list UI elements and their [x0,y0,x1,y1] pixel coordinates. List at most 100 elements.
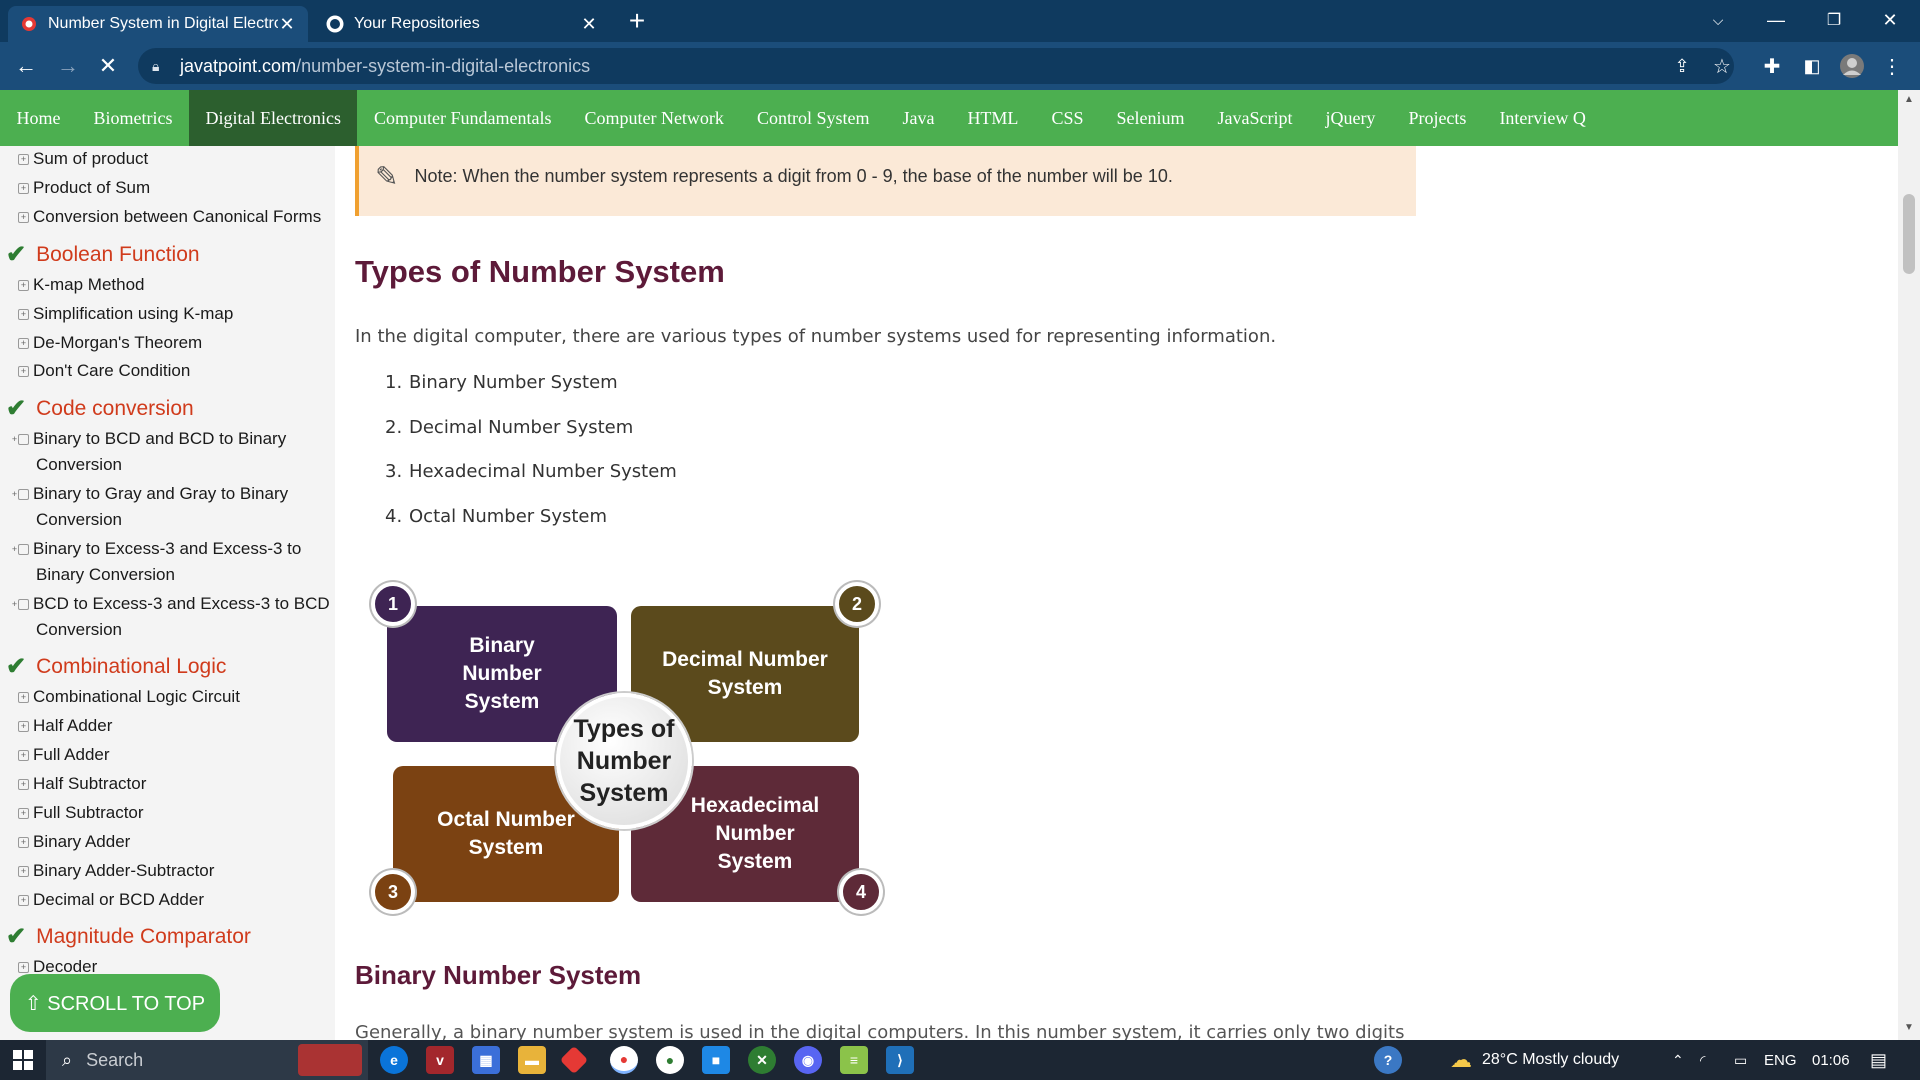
tab-title: Your Repositories [354,15,480,32]
sidebar-link[interactable]: + Full Subtractor [18,800,335,826]
scroll-up-arrow-icon[interactable]: ▲ [1898,94,1920,105]
sidebar-link[interactable]: + Binary to BCD and BCD to Binary Convers… [12,426,335,478]
new-tab-icon[interactable]: + [622,6,652,36]
sidebar-link[interactable]: + Binary Adder [18,829,335,855]
battery-icon[interactable]: ▭ [1734,1040,1747,1080]
bullet-plus-icon: + [18,750,29,761]
sidebar-link[interactable]: + Don't Care Condition [18,358,335,384]
sidebar-section-heading[interactable]: ✔ Combinational Logic [6,652,226,681]
xbox-icon[interactable]: ✕ [748,1046,776,1074]
back-icon[interactable]: ← [10,50,42,82]
forward-icon[interactable]: → [52,50,84,82]
scroll-to-top-button[interactable]: ⇧ SCROLL TO TOP [10,974,220,1032]
nav-computer-network[interactable]: Computer Network [568,90,740,146]
notifications-icon[interactable]: ▤ [1870,1040,1887,1080]
lock-icon: 🔒︎ [152,57,160,74]
store-icon[interactable]: ▦ [472,1046,500,1074]
show-hidden-icons-icon[interactable]: ⌃ [1672,1040,1684,1080]
nav-digital-electronics[interactable]: Digital Electronics [189,90,358,146]
nav-projects[interactable]: Projects [1392,90,1483,146]
close-window-icon[interactable]: ✕ [1862,0,1918,40]
search-highlight-image-icon[interactable] [298,1044,362,1076]
sidebar-section-heading[interactable]: ✔ Code conversion [6,394,194,423]
windows-start-icon[interactable] [0,1040,46,1080]
bullet-plus-icon: + [18,212,29,223]
clock[interactable]: 01:06 [1812,1040,1850,1080]
tab-strip: Number System in Digital Electro ✕ Your … [0,0,1920,42]
site-navigation: Home Biometrics Digital Electronics Comp… [0,90,1898,146]
sidebar-link[interactable]: + Full Adder [18,742,335,768]
stack-app-icon[interactable]: ≡ [840,1046,868,1074]
bullet-plus-icon: + [18,692,29,703]
minimize-icon[interactable]: — [1748,0,1804,40]
help-icon[interactable]: ? [1374,1046,1402,1074]
sidebar-link[interactable]: + Simplification using K-map [18,301,335,327]
nav-control-system[interactable]: Control System [740,90,886,146]
bullet-plus-icon: + [12,489,29,500]
scroll-down-arrow-icon[interactable]: ▼ [1898,1022,1920,1033]
sidebar-link[interactable]: + Binary to Gray and Gray to Binary Conve… [12,481,335,533]
language-indicator[interactable]: ENG [1764,1040,1797,1080]
nav-javascript[interactable]: JavaScript [1201,90,1309,146]
tab-number-system[interactable]: Number System in Digital Electro ✕ [8,6,308,42]
sidebar-section-heading[interactable]: ✔ Boolean Function [6,240,200,269]
sidebar-link[interactable]: + Product of Sum [18,175,335,201]
chrome-icon-2[interactable]: ● [656,1046,684,1074]
stop-loading-icon[interactable]: ✕ [92,50,124,82]
search-icon: ⌕ [62,1049,73,1070]
sidebar-link[interactable]: + BCD to Excess-3 and Excess-3 to BCD Con… [12,591,335,643]
sidebar-link[interactable]: + Binary Adder-Subtractor [18,858,335,884]
diagram-center-circle: Types of Number System [556,693,692,829]
note-box: ✎ Note: When the number system represent… [355,146,1416,216]
nav-jquery[interactable]: jQuery [1309,90,1392,146]
sidebar-link[interactable]: + Half Subtractor [18,771,335,797]
tab-your-repositories[interactable]: Your Repositories ✕ [314,6,610,42]
bullet-plus-icon: + [18,309,29,320]
nav-biometrics[interactable]: Biometrics [77,90,189,146]
app-icon-blue[interactable]: ■ [702,1046,730,1074]
browser-menu-icon[interactable]: ⋮ [1874,48,1910,84]
sidebar-link[interactable]: + Conversion between Canonical Forms [18,204,335,230]
edge-browser-icon[interactable]: e [380,1046,408,1074]
bookmark-star-icon[interactable]: ☆ [1704,48,1740,84]
weather-widget[interactable]: ☁ 28°C Mostly cloudy [1450,1040,1619,1080]
chrome-icon[interactable]: ● [610,1046,638,1074]
nav-css[interactable]: CSS [1035,90,1100,146]
sidebar-link[interactable]: + Sum of product [18,146,335,172]
nav-home[interactable]: Home [0,90,77,146]
nav-html[interactable]: HTML [951,90,1035,146]
scrollbar-thumb[interactable] [1903,194,1915,274]
address-bar[interactable]: 🔒︎ javatpoint.com/number-system-in-digit… [138,48,1734,84]
checkmark-icon: ✔ [6,395,27,422]
nav-computer-fundamentals[interactable]: Computer Fundamentals [357,90,567,146]
close-tab-icon[interactable]: ✕ [278,14,296,35]
restore-icon[interactable]: ❐ [1806,0,1862,40]
wifi-icon[interactable]: ◜ [1700,1040,1705,1080]
nav-java[interactable]: Java [886,90,951,146]
close-tab-icon[interactable]: ✕ [580,14,598,35]
sidebar-link[interactable]: + Decimal or BCD Adder [18,887,335,913]
nav-interview-q[interactable]: Interview Q [1483,90,1602,146]
profile-avatar[interactable] [1834,48,1870,84]
sidebar-link[interactable]: + Half Adder [18,713,335,739]
sidebar-link[interactable]: + Combinational Logic Circuit [18,684,335,710]
sidebar-link[interactable]: + Binary to Excess-3 and Excess-3 to Bina… [12,536,335,588]
sidebar-link[interactable]: + De-Morgan's Theorem [18,330,335,356]
extensions-icon[interactable]: ✚ [1754,48,1790,84]
sidebar-link[interactable]: + K-map Method [18,272,335,298]
app-icon-v[interactable]: v [426,1046,454,1074]
nav-selenium[interactable]: Selenium [1100,90,1201,146]
vscode-icon[interactable]: ⟩ [886,1046,914,1074]
page-scrollbar[interactable]: ▲ ▼ [1898,90,1920,1040]
sidebar-section-heading[interactable]: ✔ Magnitude Comparator [6,922,251,951]
git-icon[interactable] [559,1045,589,1075]
discord-icon[interactable]: ◉ [794,1046,822,1074]
javatpoint-favicon-icon [20,15,38,33]
file-explorer-icon[interactable]: ▬ [518,1046,546,1074]
tab-search-icon[interactable]: ⌵ [1690,0,1746,40]
checkmark-icon: ✔ [6,653,27,680]
weather-cloud-icon: ☁ [1450,1047,1472,1072]
github-icon [326,15,344,33]
side-panel-icon[interactable]: ◧ [1794,48,1830,84]
share-icon[interactable]: ⇪ [1664,48,1700,84]
